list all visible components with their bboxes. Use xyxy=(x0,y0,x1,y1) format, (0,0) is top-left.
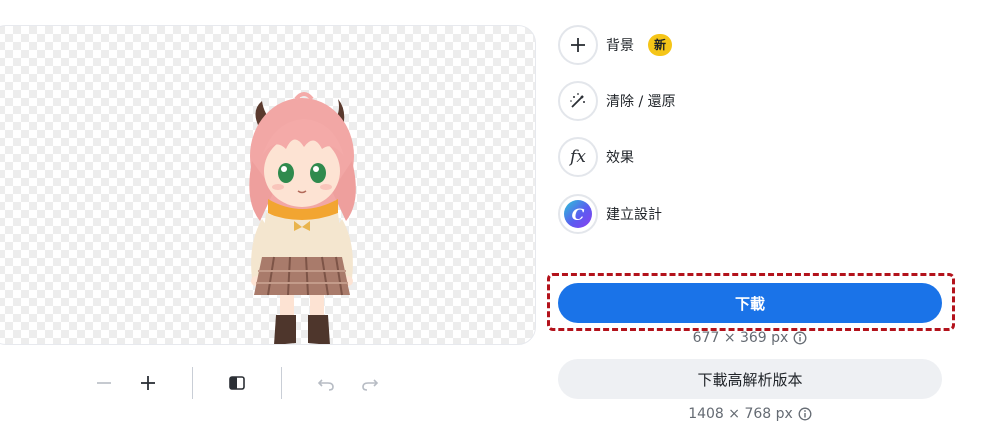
hd-size-line: 1408 × 768 px xyxy=(558,406,942,422)
download-size-text: 677 × 369 px xyxy=(692,330,789,346)
info-icon[interactable] xyxy=(793,331,807,345)
new-badge: 新 xyxy=(648,34,673,56)
preview-toolbar xyxy=(86,360,396,405)
zoom-out-icon xyxy=(97,381,111,384)
toolbar-divider xyxy=(192,366,193,399)
effects-label: 效果 xyxy=(606,150,634,166)
download-hd-button[interactable]: 下載高解析版本 xyxy=(558,359,942,399)
erase-restore-label: 清除 / 還原 xyxy=(606,94,676,110)
erase-restore-option[interactable]: 清除 / 還原 xyxy=(558,79,676,123)
undo-icon xyxy=(317,378,334,391)
create-design-option[interactable]: C 建立設計 xyxy=(558,192,662,236)
redo-icon xyxy=(362,378,379,391)
background-option-circle xyxy=(558,25,598,65)
zoom-in-button[interactable] xyxy=(130,365,166,401)
undo-button[interactable] xyxy=(308,365,344,401)
cutout-character-image xyxy=(249,92,356,344)
canva-icon: C xyxy=(564,200,592,228)
info-icon[interactable] xyxy=(798,407,812,421)
erase-option-circle xyxy=(558,81,598,121)
download-size-line: 677 × 369 px xyxy=(558,330,942,346)
zoom-in-icon xyxy=(141,375,155,390)
effects-option-circle: fx xyxy=(558,137,598,177)
hd-size-text: 1408 × 768 px xyxy=(688,406,793,422)
image-preview-canvas[interactable] xyxy=(0,25,536,345)
background-option-label: 背景 xyxy=(606,38,634,54)
canva-icon-letter: C xyxy=(571,204,585,224)
effects-option[interactable]: fx 效果 xyxy=(558,135,634,179)
compare-button[interactable] xyxy=(219,365,255,401)
toolbar-divider xyxy=(281,366,282,399)
zoom-out-button[interactable] xyxy=(86,365,122,401)
download-button[interactable]: 下載 xyxy=(558,283,942,323)
compare-icon xyxy=(229,375,245,390)
create-design-label: 建立設計 xyxy=(606,207,662,223)
magic-brush-icon xyxy=(570,93,585,108)
create-design-circle: C xyxy=(558,194,598,234)
background-option[interactable]: 背景 新 xyxy=(558,23,673,67)
plus-icon xyxy=(571,38,585,52)
redo-button[interactable] xyxy=(352,365,388,401)
fx-icon: fx xyxy=(570,147,586,167)
